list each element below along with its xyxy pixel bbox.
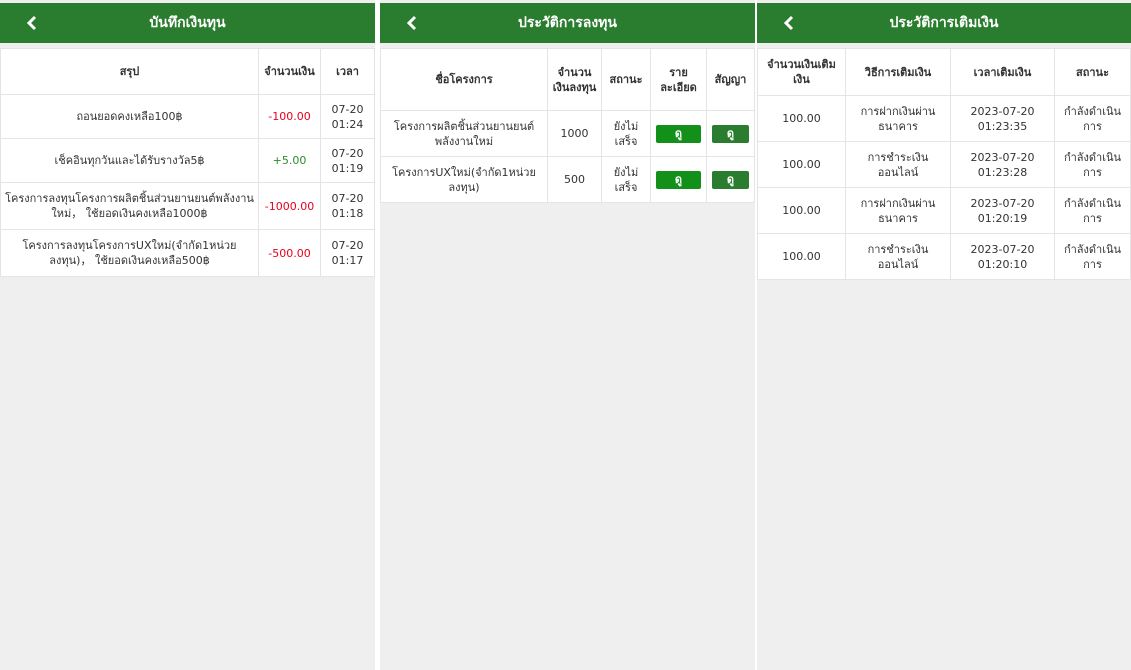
table-row: 100.00 การฝากเงินผ่านธนาคาร 2023-07-20 01:…	[757, 95, 1131, 142]
page-title: ประวัติการลงทุน	[518, 15, 617, 31]
col-method: วิธีการเติมเงิน	[845, 48, 951, 96]
time-cell: 07-20 01:17	[320, 229, 375, 277]
time-cell: 2023-07-20 01:20:19	[950, 187, 1055, 234]
invest-history-panel: ประวัติการลงทุน ชื่อโครงการ จำนวนเงินลงท…	[380, 0, 755, 670]
time-cell: 2023-07-20 01:23:28	[950, 141, 1055, 188]
status-cell: ยังไม่เสร็จ	[601, 156, 651, 203]
contract-cell: ดู	[706, 156, 755, 203]
project-name-cell: โครงการผลิตชิ้นส่วนยานยนต์พลังงานใหม่	[380, 110, 548, 157]
view-detail-button[interactable]: ดู	[656, 170, 701, 189]
view-contract-button[interactable]: ดู	[712, 170, 749, 189]
amount-cell: -500.00	[258, 229, 321, 277]
col-time: เวลา	[320, 48, 375, 95]
header: ประวัติการลงทุน	[380, 3, 755, 43]
amount-cell: 500	[547, 156, 602, 203]
amount-cell: -100.00	[258, 94, 321, 139]
page-title: ประวัติการเติมเงิน	[889, 15, 999, 31]
back-button[interactable]	[779, 3, 799, 43]
status-cell: กำลังดำเนินการ	[1054, 233, 1131, 280]
col-status: สถานะ	[601, 48, 651, 111]
status-cell: กำลังดำเนินการ	[1054, 187, 1131, 234]
table-row: โครงการUXใหม่(จำกัด1หน่วยลงทุน) 500 ยังไม่…	[380, 156, 755, 203]
amount-cell: 100.00	[757, 95, 846, 142]
header: บันทึกเงินทุน	[0, 3, 375, 43]
chevron-left-icon	[406, 15, 417, 31]
status-cell: ยังไม่เสร็จ	[601, 110, 651, 157]
time-cell: 07-20 01:19	[320, 138, 375, 183]
table-row: โครงการลงทุนโครงการผลิตชิ้นส่วนยานยนต์พล…	[0, 182, 375, 230]
chevron-left-icon	[783, 15, 794, 31]
table-row: 100.00 การชำระเงินออนไลน์ 2023-07-20 01:23…	[757, 141, 1131, 188]
page-title: บันทึกเงินทุน	[149, 15, 226, 31]
table-row: เช็คอินทุกวันและได้รับรางวัล5฿ +5.00 07-20…	[0, 138, 375, 183]
table-row: โครงการลงทุนโครงการUXใหม่(จำกัด1หน่วยลงท…	[0, 229, 375, 277]
topup-history-panel: ประวัติการเติมเงิน จำนวนเงินเติมเงิน วิธ…	[757, 0, 1131, 670]
col-status: สถานะ	[1054, 48, 1131, 96]
back-button[interactable]	[22, 3, 42, 43]
time-cell: 2023-07-20 01:23:35	[950, 95, 1055, 142]
col-detail: รายละเอียด	[650, 48, 707, 111]
time-cell: 07-20 01:24	[320, 94, 375, 139]
fund-record-panel: บันทึกเงินทุน สรุป จำนวนเงิน เวลา ถอนยอด…	[0, 0, 375, 670]
status-cell: กำลังดำเนินการ	[1054, 141, 1131, 188]
time-cell: 07-20 01:18	[320, 182, 375, 230]
contract-cell: ดู	[706, 110, 755, 157]
col-amount: จำนวนเงินลงทุน	[547, 48, 602, 111]
summary-cell: เช็คอินทุกวันและได้รับรางวัล5฿	[0, 138, 259, 183]
table-row: โครงการผลิตชิ้นส่วนยานยนต์พลังงานใหม่ 100…	[380, 110, 755, 157]
table-row: 100.00 การชำระเงินออนไลน์ 2023-07-20 01:20…	[757, 233, 1131, 280]
col-summary: สรุป	[0, 48, 259, 95]
col-time: เวลาเติมเงิน	[950, 48, 1055, 96]
col-project-name: ชื่อโครงการ	[380, 48, 548, 111]
amount-cell: 100.00	[757, 233, 846, 280]
amount-cell: 100.00	[757, 187, 846, 234]
detail-cell: ดู	[650, 110, 707, 157]
summary-cell: โครงการลงทุนโครงการผลิตชิ้นส่วนยานยนต์พล…	[0, 182, 259, 230]
method-cell: การชำระเงินออนไลน์	[845, 233, 951, 280]
summary-cell: ถอนยอดคงเหลือ100฿	[0, 94, 259, 139]
topup-history-table: จำนวนเงินเติมเงิน วิธีการเติมเงิน เวลาเต…	[757, 48, 1131, 280]
time-cell: 2023-07-20 01:20:10	[950, 233, 1055, 280]
header: ประวัติการเติมเงิน	[757, 3, 1131, 43]
view-contract-button[interactable]: ดู	[712, 124, 749, 143]
view-detail-button[interactable]: ดู	[656, 124, 701, 143]
amount-cell: 1000	[547, 110, 602, 157]
back-button[interactable]	[402, 3, 422, 43]
method-cell: การชำระเงินออนไลน์	[845, 141, 951, 188]
fund-record-table: สรุป จำนวนเงิน เวลา ถอนยอดคงเหลือ100฿ -10…	[0, 48, 375, 277]
col-contract: สัญญา	[706, 48, 755, 111]
table-row: ถอนยอดคงเหลือ100฿ -100.00 07-20 01:24	[0, 94, 375, 139]
table-row: 100.00 การฝากเงินผ่านธนาคาร 2023-07-20 01:…	[757, 187, 1131, 234]
detail-cell: ดู	[650, 156, 707, 203]
amount-cell: -1000.00	[258, 182, 321, 230]
col-amount: จำนวนเงินเติมเงิน	[757, 48, 846, 96]
summary-cell: โครงการลงทุนโครงการUXใหม่(จำกัด1หน่วยลงท…	[0, 229, 259, 277]
amount-cell: 100.00	[757, 141, 846, 188]
method-cell: การฝากเงินผ่านธนาคาร	[845, 95, 951, 142]
chevron-left-icon	[26, 15, 37, 31]
col-amount: จำนวนเงิน	[258, 48, 321, 95]
project-name-cell: โครงการUXใหม่(จำกัด1หน่วยลงทุน)	[380, 156, 548, 203]
method-cell: การฝากเงินผ่านธนาคาร	[845, 187, 951, 234]
status-cell: กำลังดำเนินการ	[1054, 95, 1131, 142]
amount-cell: +5.00	[258, 138, 321, 183]
invest-history-table: ชื่อโครงการ จำนวนเงินลงทุน สถานะ รายละเอ…	[380, 48, 755, 203]
